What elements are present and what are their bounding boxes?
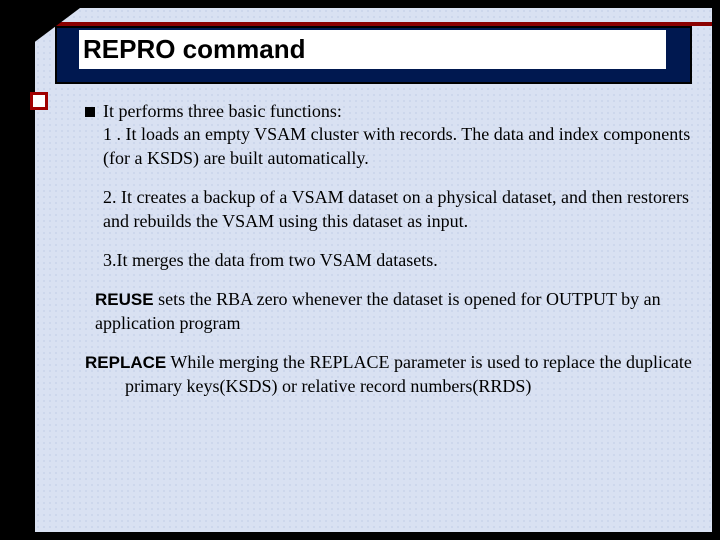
reuse-paragraph: REUSE sets the RBA zero whenever the dat…: [85, 288, 692, 335]
point-1: 1 . It loads an empty VSAM cluster with …: [103, 124, 690, 167]
square-bullet-icon: [85, 107, 95, 117]
point-2: 2. It creates a backup of a VSAM dataset…: [85, 186, 692, 233]
replace-label: REPLACE: [85, 353, 166, 372]
slide-title: REPRO command: [79, 30, 666, 69]
replace-paragraph: REPLACE While merging the REPLACE parame…: [85, 351, 692, 398]
bullet-text-1: It performs three basic functions: 1 . I…: [103, 100, 692, 170]
red-square-marker: [30, 92, 48, 110]
slide-body: REPRO command It performs three basic fu…: [35, 8, 712, 532]
point-3: 3.It merges the data from two VSAM datas…: [85, 249, 692, 272]
left-gutter: [0, 0, 35, 540]
replace-text: While merging the REPLACE parameter is u…: [125, 352, 692, 395]
reuse-text: sets the RBA zero whenever the dataset i…: [95, 289, 661, 332]
intro-line: It performs three basic functions:: [103, 101, 342, 121]
reuse-label: REUSE: [95, 290, 154, 309]
content-area: It performs three basic functions: 1 . I…: [85, 100, 692, 398]
bullet-block-1: It performs three basic functions: 1 . I…: [85, 100, 692, 170]
